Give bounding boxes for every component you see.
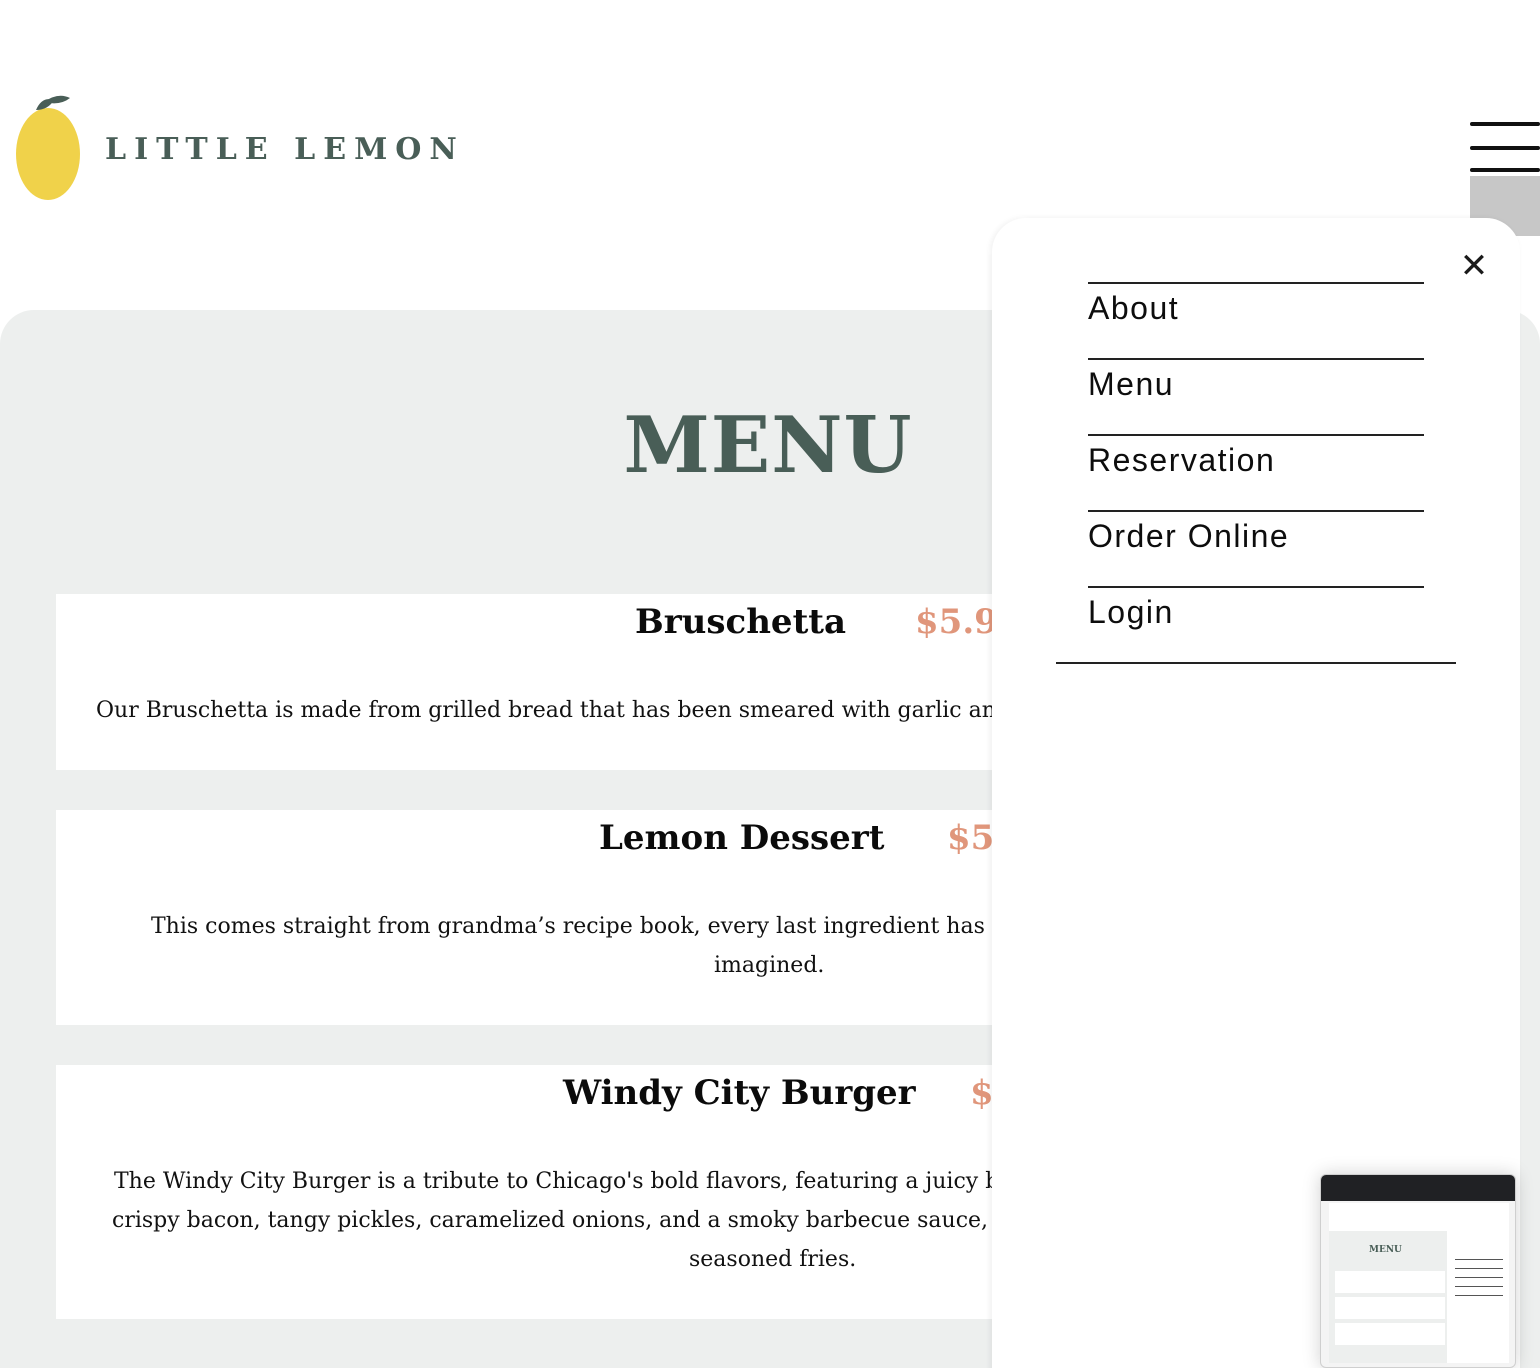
menu-item-name: Lemon Dessert [599,818,885,858]
description-line: Our Bruschetta is made from grilled brea… [96,698,1055,723]
nav-list: About Menu Reservation Order Online Logi… [1088,282,1424,662]
description-line: The Windy City Burger is a tribute to Ch… [114,1169,1055,1194]
menu-item-name: Bruschetta [635,602,847,642]
thumbnail-card [1335,1323,1445,1345]
nav-divider [1056,662,1456,664]
thumbnail-card [1335,1271,1445,1293]
description-line: crispy bacon, tangy pickles, caramelized… [112,1208,1056,1233]
hamburger-bar [1470,168,1540,172]
brand-name[interactable]: LITTLE LEMON [105,132,465,167]
description-line: seasoned fries. [689,1247,857,1272]
nav-item-menu[interactable]: Menu [1088,358,1424,434]
description-line: This comes straight from grandma’s recip… [151,914,1047,939]
nav-item-order-online[interactable]: Order Online [1088,510,1424,586]
description-line: imagined. [714,953,825,978]
little-lemon-logo[interactable] [14,92,84,204]
thumbnail-page: MENU [1329,1203,1509,1363]
thumbnail-card [1335,1297,1445,1319]
nav-item-about[interactable]: About [1088,282,1424,358]
menu-item-price: $ [970,1073,994,1113]
close-icon[interactable]: ✕ [1458,249,1490,283]
nav-item-reservation[interactable]: Reservation [1088,434,1424,510]
thumbnail-title: MENU [1369,1245,1402,1255]
hamburger-menu-button[interactable] [1470,120,1540,180]
menu-item-name: Windy City Burger [563,1073,916,1113]
nav-item-login[interactable]: Login [1088,586,1424,662]
thumbnail-browser-bar [1321,1175,1515,1201]
hamburger-icon [1470,122,1540,126]
hamburger-bar [1470,146,1540,150]
lemon-icon [16,95,80,200]
screenshot-thumbnail[interactable]: MENU [1320,1174,1516,1368]
thumbnail-nav [1455,1259,1503,1304]
